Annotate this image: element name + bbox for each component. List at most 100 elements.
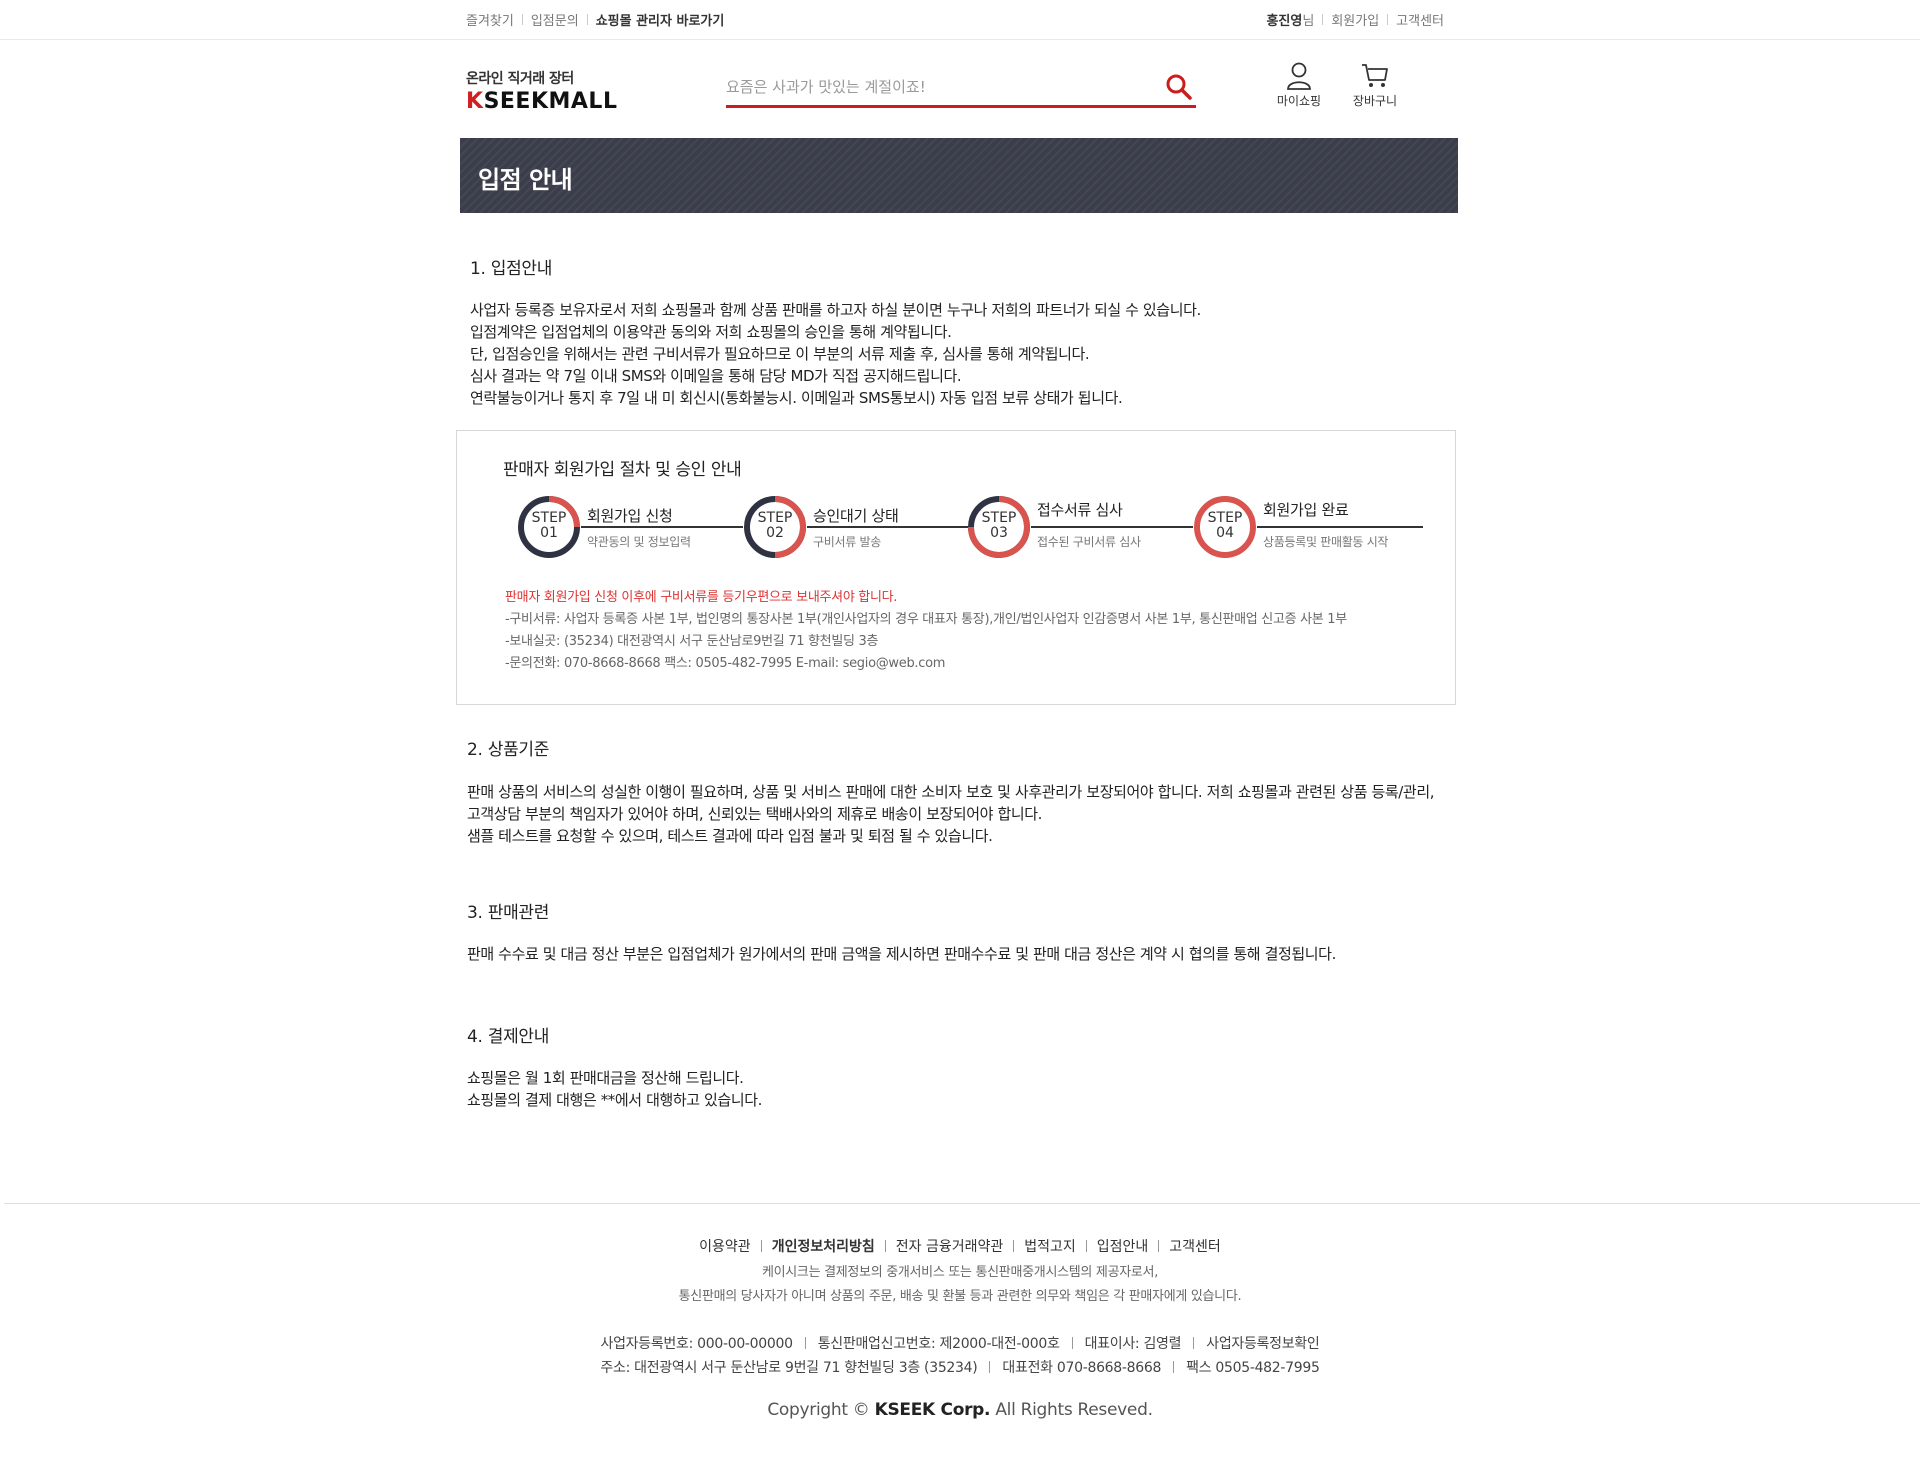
paragraph-line: 고객상담 부분의 책임자가 있어야 하며, 신뢰있는 택배사와의 제휴로 배송이…	[467, 805, 1043, 823]
page-banner: 입점 안내	[460, 138, 1458, 213]
top-utility-bar: 즐겨찾기 입점문의 쇼핑몰 관리자 바로가기 홍진영님 회원가입 고객센터	[0, 0, 1920, 40]
section-body-store-guide: 사업자 등록증 보유자로서 저희 쇼핑몰과 함께 상품 판매를 하고자 하실 분…	[470, 299, 1201, 409]
cart-label: 장바구니	[1352, 94, 1398, 108]
site-logo[interactable]: 온라인 직거래 장터 KSEEKMALL	[466, 68, 617, 114]
paragraph-line: 판매 상품의 서비스의 성실한 이행이 필요하며, 상품 및 서비스 판매에 대…	[467, 783, 1435, 801]
page-title: 입점 안내	[478, 166, 573, 194]
divider	[1158, 1240, 1160, 1252]
divider	[1173, 1361, 1175, 1373]
search-input[interactable]	[726, 70, 1146, 104]
step-number: 02	[766, 525, 784, 541]
divider	[989, 1361, 991, 1373]
step-name: 승인대기 상태	[813, 507, 899, 525]
copyright: Copyright © KSEEK Corp. All Rights Resev…	[0, 1400, 1920, 1420]
paragraph-line: 샘플 테스트를 요청할 수 있으며, 테스트 결과에 따라 입점 불과 및 퇴점…	[467, 827, 993, 845]
section-body-product-standard: 판매 상품의 서비스의 성실한 이행이 필요하며, 상품 및 서비스 판매에 대…	[467, 781, 1434, 847]
divider	[1193, 1337, 1195, 1349]
step-connector	[807, 526, 969, 528]
copyright-suffix: All Rights Reseved.	[990, 1400, 1153, 1420]
search-icon[interactable]	[1164, 72, 1194, 102]
section-title-payment: 4. 결제안내	[467, 1027, 550, 1047]
step-word: STEP	[1207, 510, 1243, 526]
process-notes: 판매자 회원가입 신청 이후에 구비서류를 등기우편으로 보내주셔야 합니다. …	[505, 587, 1347, 675]
step-word: STEP	[981, 510, 1017, 526]
divider	[804, 1337, 806, 1349]
note-contact: -문의전화: 070-8668-8668 팩스: 0505-482-7995 E…	[505, 656, 946, 671]
user-greeting: 홍진영님	[1266, 10, 1314, 29]
company-address: 주소: 대전광역시 서구 둔산남로 9번길 71 향천빌딩 3층 (35234)	[600, 1360, 978, 1376]
step-name: 접수서류 심사	[1037, 501, 1123, 519]
step-badge: STEP 03	[967, 511, 1031, 541]
cart-button[interactable]: 장바구니	[1345, 62, 1405, 109]
step-connector	[581, 526, 743, 528]
paragraph-line: 사업자 등록증 보유자로서 저희 쇼핑몰과 함께 상품 판매를 하고자 하실 분…	[470, 301, 1201, 319]
step-name: 회원가입 신청	[587, 507, 673, 525]
user-name: 홍진영	[1266, 14, 1303, 29]
bookmark-link[interactable]: 즐겨찾기	[466, 10, 514, 29]
privacy-link[interactable]: 개인정보처리방침	[772, 1236, 875, 1256]
e-finance-terms-link[interactable]: 전자 금융거래약관	[896, 1236, 1004, 1256]
company-phone: 대표전화 070-8668-8668	[1002, 1360, 1162, 1376]
note-documents: -구비서류: 사업자 등록증 사본 1부, 법인명의 통장사본 1부(개인사업자…	[505, 612, 1347, 627]
step-badge: STEP 02	[743, 511, 807, 541]
terms-link[interactable]: 이용약관	[699, 1236, 751, 1256]
step-name: 회원가입 완료	[1263, 501, 1349, 519]
section-body-sales: 판매 수수료 및 대금 정산 부분은 입점업체가 원가에서의 판매 금액을 제시…	[467, 943, 1336, 965]
signup-process-box: 판매자 회원가입 절차 및 승인 안내 STEP 01 회원가입 신청 약관동의 …	[456, 430, 1456, 705]
signup-link[interactable]: 회원가입	[1331, 10, 1379, 29]
divider	[1071, 1337, 1073, 1349]
step-number: 01	[540, 525, 558, 541]
divider	[1387, 14, 1389, 25]
divider	[1013, 1240, 1015, 1252]
legal-notice-link[interactable]: 법적고지	[1024, 1236, 1076, 1256]
divider	[586, 14, 588, 25]
divider	[760, 1240, 762, 1252]
paragraph-line: 단, 입점승인을 위해서는 관련 구비서류가 필요하므로 이 부분의 서류 제출…	[470, 345, 1090, 363]
section-body-payment: 쇼핑몰은 월 1회 판매대금을 정산해 드립니다. 쇼핑몰의 결제 대행은 **…	[467, 1067, 762, 1111]
customer-center-link[interactable]: 고객센터	[1396, 10, 1444, 29]
logo-tagline: 온라인 직거래 장터	[466, 71, 574, 87]
note-address: -보내실곳: (35234) 대전광역시 서구 둔산남로9번길 71 향천빌딩 …	[505, 634, 879, 649]
step-badge: STEP 04	[1193, 511, 1257, 541]
cart-icon	[1362, 64, 1388, 87]
footer-description-2: 통신판매의 당사자가 아니며 상품의 주문, 배송 및 환불 등과 관련한 의무…	[678, 1289, 1242, 1304]
privacy-label: 개인정보처리방침	[771, 1239, 875, 1255]
footer-business-info: 사업자등록번호: 000-00-00000 통신판매업신고번호: 제2000-대전…	[0, 1333, 1920, 1353]
store-inquiry-link[interactable]: 입점문의	[531, 10, 579, 29]
ceo-name: 대표이사: 김영렬	[1084, 1336, 1182, 1352]
step-connector	[1257, 526, 1423, 528]
step-word: STEP	[531, 510, 567, 526]
search-bar	[726, 70, 1196, 108]
notice-text: 판매자 회원가입 신청 이후에 구비서류를 등기우편으로 보내주셔야 합니다.	[505, 590, 898, 605]
section-title-store-guide: 1. 입점안내	[470, 259, 553, 279]
footer-description-1: 케이시크는 결제정보의 중개서비스 또는 통신판매중개시스템의 제공자로서,	[761, 1265, 1159, 1280]
company-fax: 팩스 0505-482-7995	[1186, 1360, 1320, 1376]
footer-links: 이용약관 개인정보처리방침 전자 금융거래약관 법적고지 입점안내 고객센터	[0, 1236, 1920, 1256]
copyright-prefix: Copyright ©	[767, 1400, 875, 1420]
divider	[884, 1240, 886, 1252]
step-desc: 상품등록및 판매활동 시작	[1263, 535, 1389, 549]
top-right-links: 홍진영님 회원가입 고객센터	[1266, 10, 1444, 29]
section-title-sales: 3. 판매관련	[467, 903, 550, 923]
business-number: 사업자등록번호: 000-00-00000	[600, 1336, 794, 1352]
paragraph-line: 연락불능이거나 통지 후 7일 내 미 회신시(통화불능시. 이메일과 SMS통…	[470, 389, 1123, 407]
footer-customer-center-link[interactable]: 고객센터	[1169, 1236, 1221, 1256]
store-guide-link[interactable]: 입점안내	[1097, 1236, 1149, 1256]
footer-contact-info: 주소: 대전광역시 서구 둔산남로 9번길 71 향천빌딩 3층 (35234)…	[0, 1357, 1920, 1377]
business-info-check-link[interactable]: 사업자등록정보확인	[1206, 1336, 1320, 1352]
mail-order-number: 통신판매업신고번호: 제2000-대전-000호	[817, 1336, 1060, 1352]
my-shopping-button[interactable]: 마이쇼핑	[1269, 62, 1329, 109]
divider	[1085, 1240, 1087, 1252]
divider	[521, 14, 523, 25]
process-title: 판매자 회원가입 절차 및 승인 안내	[503, 460, 742, 480]
step-number: 04	[1216, 525, 1234, 541]
step-number: 03	[990, 525, 1008, 541]
section-title-product-standard: 2. 상품기준	[467, 740, 550, 760]
logo-wordmark: KSEEKMALL	[466, 90, 617, 114]
step-desc: 약관동의 및 정보입력	[587, 535, 691, 549]
step-connector	[1031, 526, 1193, 528]
top-left-links: 즐겨찾기 입점문의 쇼핑몰 관리자 바로가기	[466, 10, 724, 29]
admin-shortcut-link[interactable]: 쇼핑몰 관리자 바로가기	[596, 10, 725, 29]
user-icon	[1287, 62, 1311, 90]
paragraph-line: 심사 결과는 약 7일 이내 SMS와 이메일을 통해 담당 MD가 직접 공지…	[470, 367, 962, 385]
